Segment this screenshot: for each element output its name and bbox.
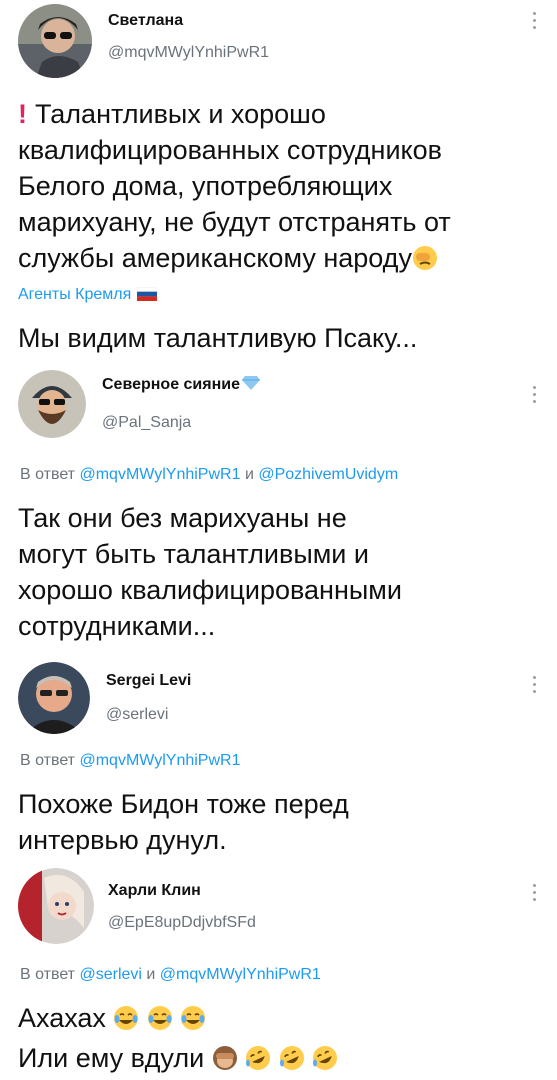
rofl-emoji-icon xyxy=(312,1044,338,1080)
tweet-text: Ахахах Или ему вдули xyxy=(18,1000,548,1080)
reply-mention-link[interactable]: @PozhivemUvidym xyxy=(258,466,398,483)
avatar[interactable] xyxy=(18,370,86,438)
tweet-text: ! Талантливых и хорошо квалифицированных … xyxy=(18,99,451,353)
see-no-evil-monkey-emoji-icon xyxy=(212,1044,238,1080)
tears-of-joy-emoji-icon xyxy=(180,1004,206,1040)
author-name[interactable]: Светлана xyxy=(108,12,183,30)
russia-flag-icon xyxy=(137,286,158,308)
diamond-emoji-icon xyxy=(242,376,260,395)
more-options-icon[interactable] xyxy=(531,676,537,693)
more-options-icon[interactable] xyxy=(531,386,537,403)
reply-mention-link[interactable]: @mqvMWylYnhiPwR1 xyxy=(79,752,240,769)
author-handle[interactable]: @Pal_Sanja xyxy=(102,414,191,432)
exclamation-icon: ! xyxy=(18,99,27,129)
rofl-emoji-icon xyxy=(279,1044,305,1080)
tweet-text: Так они без марихуаны не могут быть тала… xyxy=(18,503,402,641)
author-handle[interactable]: @EpE8upDdjvbfSFd xyxy=(108,914,256,932)
facepalm-emoji-icon xyxy=(412,244,438,280)
reply-mention-link[interactable]: @serlevi xyxy=(79,966,141,983)
more-options-icon[interactable] xyxy=(531,884,537,901)
reply-context: В ответ @mqvMWylYnhiPwR1 и @PozhivemUvid… xyxy=(20,466,399,483)
reply-context: В ответ @mqvMWylYnhiPwR1 xyxy=(20,752,241,769)
more-options-icon[interactable] xyxy=(531,12,537,29)
author-name[interactable]: Харли Клин xyxy=(108,882,201,900)
hashtag-link[interactable]: Агенты Кремля xyxy=(18,286,131,303)
author-name[interactable]: Северное сияние xyxy=(102,376,260,395)
rofl-emoji-icon xyxy=(245,1044,271,1080)
reply-mention-link[interactable]: @mqvMWylYnhiPwR1 xyxy=(79,466,240,483)
tears-of-joy-emoji-icon xyxy=(113,1004,139,1040)
author-handle[interactable]: @mqvMWylYnhiPwR1 xyxy=(108,44,269,62)
tweet-text: Похоже Бидон тоже перед интервью дунул. xyxy=(18,789,349,855)
avatar[interactable] xyxy=(18,4,92,78)
reply-mention-link[interactable]: @mqvMWylYnhiPwR1 xyxy=(160,966,321,983)
avatar[interactable] xyxy=(18,662,90,734)
tears-of-joy-emoji-icon xyxy=(147,1004,173,1040)
author-name[interactable]: Sergei Levi xyxy=(106,672,191,690)
reply-context: В ответ @serlevi и @mqvMWylYnhiPwR1 xyxy=(20,966,321,983)
author-handle[interactable]: @serlevi xyxy=(106,706,168,724)
avatar[interactable] xyxy=(18,868,94,944)
